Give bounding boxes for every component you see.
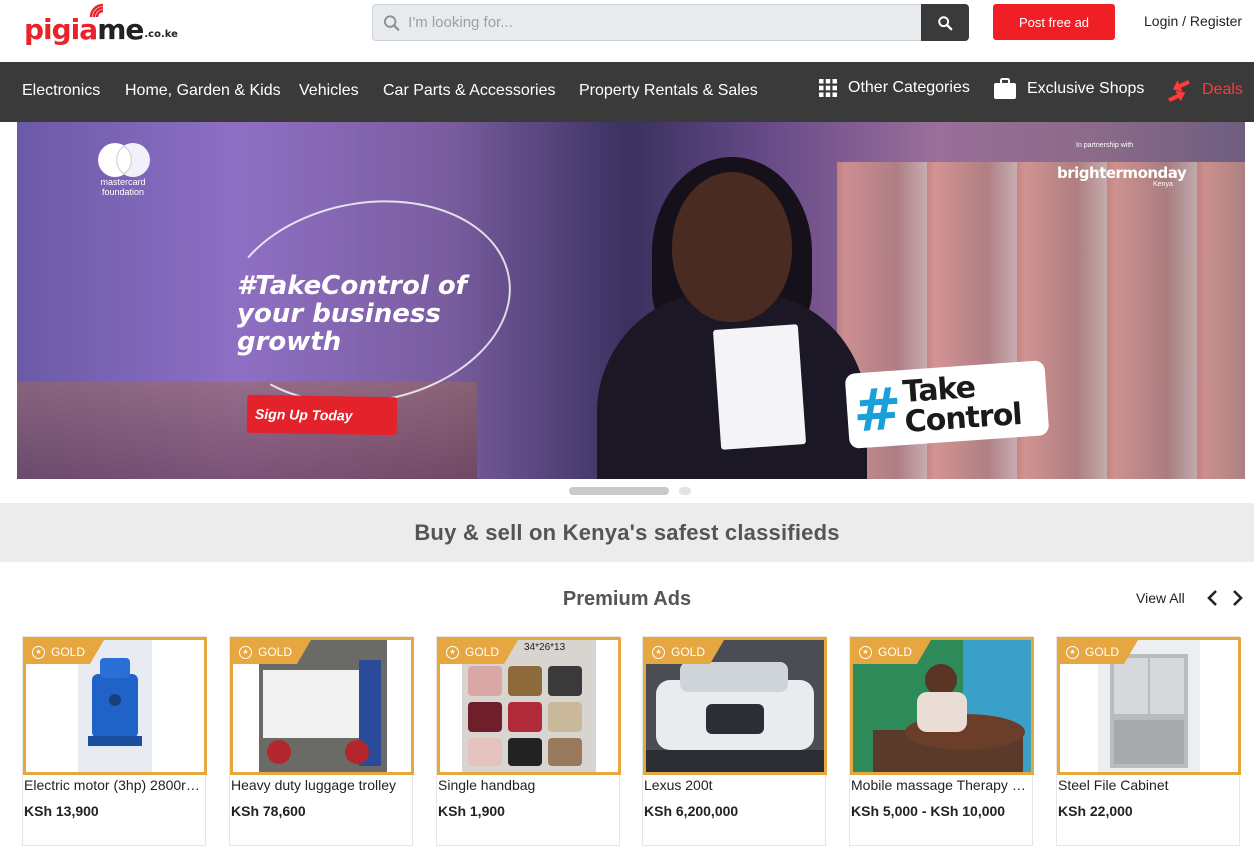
ad-card[interactable]: ★ GOLD Lexus 200t KSh 6,200,000 [642,636,827,846]
carousel-dot[interactable] [679,487,691,495]
chevron-right-icon[interactable] [1229,589,1245,607]
nav-item-exclusive-shops[interactable]: Exclusive Shops [993,78,1144,100]
category-nav: Electronics Home, Garden & Kids Vehicles… [0,62,1254,122]
gold-badge-label: GOLD [258,645,293,659]
take-control-badge: # Take Control [844,360,1050,449]
ad-card[interactable]: ★ GOLD Steel File Cabinet KSh 22,000 [1056,636,1241,846]
star-icon: ★ [32,645,45,659]
star-icon: ★ [652,645,665,659]
login-register-link[interactable]: Login / Register [1144,13,1242,29]
tagline: Buy & sell on Kenya's safest classifieds [414,519,840,545]
ad-title[interactable]: Heavy duty luggage trolley [231,777,411,793]
search-bar [372,4,969,41]
nav-item-property[interactable]: Property Rentals & Sales [579,82,758,100]
search-field[interactable] [372,4,921,41]
briefcase-icon [993,78,1017,100]
star-icon: ★ [859,645,872,659]
site-logo[interactable]: pigiame .co.ke [24,3,178,46]
signal-icon [89,3,104,18]
partner-text: In partnership with [1076,142,1134,149]
ad-title[interactable]: Electric motor (3hp) 2800rpm [24,777,204,793]
search-icon [938,15,953,30]
deals-icon [1166,78,1192,102]
exclusive-shops-label: Exclusive Shops [1027,80,1145,97]
star-icon: ★ [239,645,252,659]
gold-badge-label: GOLD [465,645,500,659]
ad-price: KSh 78,600 [231,803,306,819]
search-input[interactable] [408,14,921,31]
ad-card[interactable]: ★ GOLD Heavy duty luggage trolley KSh 78… [229,636,414,846]
nav-item-vehicles[interactable]: Vehicles [299,82,359,100]
gold-badge-label: GOLD [671,645,706,659]
nav-item-other-categories[interactable]: Other Categories [818,78,970,98]
ad-card[interactable]: ★ GOLD Mobile massage Therapy at home KS… [849,636,1034,846]
deals-label: Deals [1202,81,1243,98]
post-free-ad-button[interactable]: Post free ad [993,4,1115,40]
ad-price: KSh 5,000 - KSh 10,000 [851,803,1006,819]
nav-item-car-parts[interactable]: Car Parts & Accessories [383,82,556,100]
ad-image[interactable]: ★ GOLD [1057,637,1241,775]
badge-text-control: Control [903,396,1023,440]
logo-tld: .co.ke [144,29,178,40]
hero-banner[interactable]: mastercard foundation In partnership wit… [17,122,1245,479]
gold-badge-label: GOLD [878,645,913,659]
nav-item-deals[interactable]: Deals [1166,78,1243,102]
carousel-dot-active[interactable] [569,487,669,495]
nav-item-home-garden-kids[interactable]: Home, Garden & Kids [125,82,281,100]
ad-price: KSh 22,000 [1058,803,1133,819]
ad-title[interactable]: Mobile massage Therapy at home [851,777,1031,793]
chevron-left-icon[interactable] [1205,589,1221,607]
ad-title[interactable]: Lexus 200t [644,777,824,793]
banner-headline: #TakeControl of your business growth [237,271,467,357]
logo-text: pigia [24,13,98,46]
sign-up-button[interactable]: Sign Up Today [246,394,398,436]
header: pigiame .co.ke Post free ad Login / Regi… [0,0,1254,62]
search-button[interactable] [921,4,969,41]
gold-badge-label: GOLD [1085,645,1120,659]
view-all-link[interactable]: View All [1136,590,1185,606]
ad-photo-text: 34*26*13 [524,642,566,653]
tagline-band: Buy & sell on Kenya's safest classifieds [0,503,1254,562]
ad-price: KSh 6,200,000 [644,803,739,819]
star-icon: ★ [1066,645,1079,659]
ad-card[interactable]: 34*26*13 ★ GOLD Single handbag KSh 1,900 [436,636,621,846]
star-icon: ★ [446,645,459,659]
ad-price: KSh 1,900 [438,803,505,819]
ad-title[interactable]: Single handbag [438,777,618,793]
ad-title[interactable]: Steel File Cabinet [1058,777,1238,793]
ad-price: KSh 13,900 [24,803,99,819]
ad-image[interactable]: ★ GOLD [230,637,414,775]
nav-item-electronics[interactable]: Electronics [22,82,100,100]
ad-image[interactable]: ★ GOLD [23,637,207,775]
premium-ads-title: Premium Ads [562,588,692,610]
ad-image[interactable]: 34*26*13 ★ GOLD [437,637,621,775]
ad-image[interactable]: ★ GOLD [850,637,1034,775]
badge-hash: # [850,373,905,445]
gold-badge-label: GOLD [51,645,86,659]
other-categories-label: Other Categories [848,79,970,96]
mastercard-logo-icon [98,143,150,177]
ad-image[interactable]: ★ GOLD [643,637,827,775]
ad-card[interactable]: ★ GOLD Electric motor (3hp) 2800rpm KSh … [22,636,207,846]
search-icon [383,14,400,31]
grid-icon [818,78,838,98]
brightermonday-logo: brightermonday [1057,164,1187,182]
partner-country: Kenya [1153,181,1173,188]
mastercard-foundation-text: mastercard foundation [100,177,146,197]
banner-person-face [672,172,792,322]
banner-notepad [712,324,807,450]
